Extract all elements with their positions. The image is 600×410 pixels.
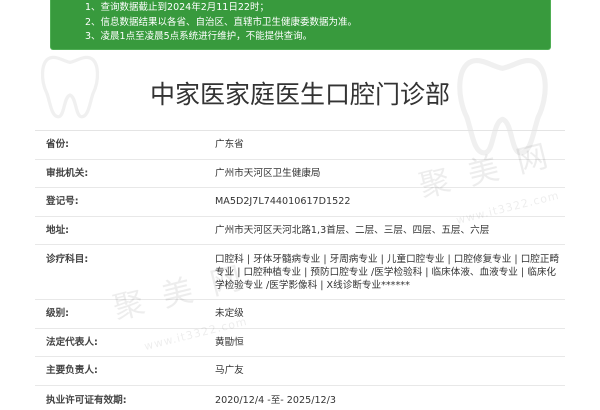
notice-line: 1、查询数据截止到2024年2月11日22时； xyxy=(85,2,269,13)
row-value: 2020/12/4 -至- 2025/12/3 xyxy=(215,394,336,406)
row-label: 省份: xyxy=(46,139,70,150)
row-label: 主要负责人: xyxy=(46,365,98,376)
row-value: 黄勖恒 xyxy=(215,336,244,348)
page: 1、查询数据截止到2024年2月11日22时； 2、信息数据结果以各省、自治区、… xyxy=(0,0,600,410)
row-label: 诊疗科目: xyxy=(46,254,89,265)
notice-box: 1、查询数据截止到2024年2月11日22时； 2、信息数据结果以各省、自治区、… xyxy=(50,0,551,50)
table-row-province: 省份: 广东省 xyxy=(35,131,565,160)
notice-line: 3、凌晨1点至凌晨5点系统进行维护，不能提供查询。 xyxy=(85,31,313,42)
table-row-departments: 诊疗科目: 口腔科 | 牙体牙髓病专业 | 牙周病专业 | 儿童口腔专业 | 口… xyxy=(35,245,565,300)
row-label: 地址: xyxy=(46,224,70,236)
info-table: 省份: 广东省 审批机关: 广州市天河区卫生健康局 登记号: MA5D2J7L7… xyxy=(35,130,565,410)
table-row-principal: 主要负责人: 马广友 xyxy=(35,357,565,386)
table-row-address: 地址: 广州市天河区天河北路1,3首层、二层、三层、四层、五层、六层 xyxy=(35,217,565,245)
notice-line: 2、信息数据结果以各省、自治区、直辖市卫生健康委数据为准。 xyxy=(85,16,358,28)
row-value: 马广友 xyxy=(215,365,244,376)
row-label: 审批机关: xyxy=(46,167,89,179)
table-row-approval-authority: 审批机关: 广州市天河区卫生健康局 xyxy=(35,160,565,188)
row-label: 登记号: xyxy=(46,196,79,207)
row-label: 执业许可证有效期: xyxy=(46,394,127,406)
page-title: 中家医家庭医生口腔门诊部 xyxy=(149,80,450,109)
row-value: 口腔科 | 牙体牙髓病专业 | 牙周病专业 | 儿童口腔专业 | 口腔修复专业 … xyxy=(215,254,560,291)
row-value: MA5D2J7L744010617D1522 xyxy=(215,196,351,207)
table-row-registration-number: 登记号: MA5D2J7L744010617D1522 xyxy=(35,188,565,217)
row-value: 广州市天河区天河北路1,3首层、二层、三层、四层、五层、六层 xyxy=(215,224,490,236)
row-label: 级别: xyxy=(46,308,70,319)
table-row-legal-representative: 法定代表人: 黄勖恒 xyxy=(35,329,565,357)
row-value: 广州市天河区卫生健康局 xyxy=(215,167,321,179)
row-label: 法定代表人: xyxy=(46,336,98,348)
table-row-level: 级别: 未定级 xyxy=(35,300,565,329)
table-row-license-validity: 执业许可证有效期: 2020/12/4 -至- 2025/12/3 xyxy=(35,386,565,410)
row-value: 广东省 xyxy=(215,139,244,150)
row-value: 未定级 xyxy=(215,308,244,319)
